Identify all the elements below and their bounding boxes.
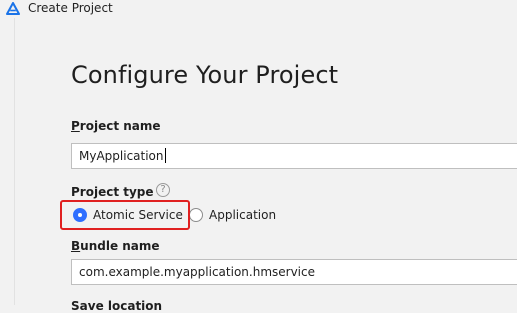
project-name-label-mnemonic: P	[71, 119, 80, 133]
sidebar	[0, 18, 15, 305]
window-titlebar: Create Project	[0, 0, 517, 18]
main-panel: Configure Your Project Project name MyAp…	[15, 18, 517, 313]
question-icon[interactable]: ?	[156, 183, 170, 197]
project-name-input[interactable]: MyApplication	[71, 143, 517, 169]
bundle-name-label: Bundle name	[71, 239, 160, 253]
bundle-name-value: com.example.myapplication.hmservice	[79, 265, 315, 279]
project-name-label-text: roject name	[79, 119, 161, 133]
project-type-label: Project type	[71, 185, 154, 199]
bundle-name-input[interactable]: com.example.myapplication.hmservice	[71, 259, 517, 285]
window-title: Create Project	[28, 1, 113, 15]
page-title: Configure Your Project	[71, 61, 339, 89]
next-field-label: Save location	[71, 299, 163, 313]
app-logo-icon	[6, 1, 20, 15]
radio-unselected-icon	[189, 208, 203, 222]
project-name-label: Project name	[71, 119, 161, 133]
radio-application-label: Application	[209, 208, 277, 222]
bundle-name-label-text: undle name	[80, 239, 160, 253]
project-name-value: MyApplication	[79, 149, 164, 163]
text-caret	[164, 148, 166, 163]
bundle-name-label-mnemonic: B	[71, 239, 81, 253]
annotation-highlight-box	[60, 200, 190, 230]
